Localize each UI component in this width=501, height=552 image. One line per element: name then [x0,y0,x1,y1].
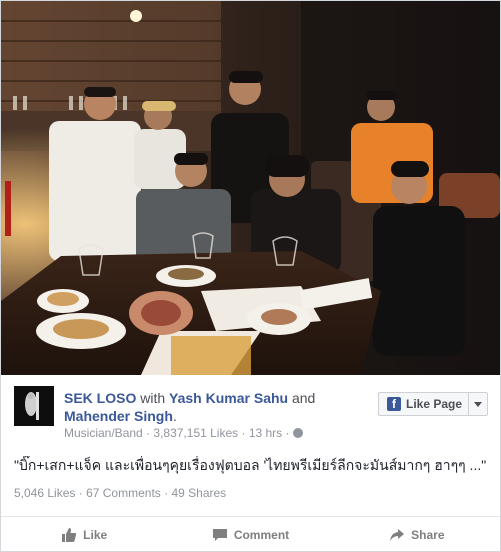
stats-separator: · [78,486,83,500]
meta-separator: · [146,426,151,440]
comment-icon [212,528,227,541]
like-page-label: Like Page [406,397,463,411]
comments-count-link[interactable]: 67 Comments [86,486,161,500]
share-button[interactable]: Share [334,517,500,552]
thumbs-up-icon [62,527,77,542]
meta-separator: · [241,426,246,440]
share-button-label: Share [411,527,445,542]
post-timestamp[interactable]: 13 hrs [249,426,282,440]
with-text: with [140,390,166,406]
globe-icon [292,428,303,438]
avatar-image [14,386,54,426]
facebook-f-icon: f [387,397,401,411]
post-header: SEK LOSO with Yash Kumar Sahu and Mahend… [14,386,488,442]
comment-button[interactable]: Comment [167,517,333,552]
post-photo[interactable] [1,1,500,375]
meta-separator: · [285,426,290,440]
like-page-button[interactable]: f Like Page [378,392,488,416]
post-stats: 5,046 Likes · 67 Comments · 49 Shares [14,486,226,500]
like-button-label: Like [83,527,108,542]
period-text: . [172,408,177,424]
page-avatar[interactable] [14,386,54,426]
post-author-line: SEK LOSO with Yash Kumar Sahu and Mahend… [64,389,364,425]
tagged-user-2-link[interactable]: Mahender Singh [64,408,173,424]
author-link[interactable]: SEK LOSO [64,390,136,406]
like-page-dropdown[interactable] [469,393,487,415]
post-caption: "บิ๊ก+เสก+แจ็ค และเพื่อนๆคุยเรื่องฟุตบอล… [14,457,487,473]
stats-separator: · [164,486,169,500]
tagged-user-1-link[interactable]: Yash Kumar Sahu [169,390,288,406]
likes-count-link[interactable]: 5,046 Likes [14,486,75,500]
comment-button-label: Comment [233,527,290,542]
share-icon [390,528,405,541]
chevron-down-icon [474,401,482,407]
facebook-post-card: SEK LOSO with Yash Kumar Sahu and Mahend… [0,0,501,552]
like-page-main[interactable]: f Like Page [379,393,469,415]
page-likes-count: 3,837,151 Likes [153,426,239,440]
group-dinner-photo [1,1,500,375]
like-button[interactable]: Like [1,517,167,552]
page-category: Musician/Band [64,426,143,440]
shares-count-link[interactable]: 49 Shares [171,486,226,500]
post-actions-bar: Like Comment Share [1,516,500,552]
post-meta: Musician/Band · 3,837,151 Likes · 13 hrs… [64,426,303,440]
and-text: and [291,390,316,406]
